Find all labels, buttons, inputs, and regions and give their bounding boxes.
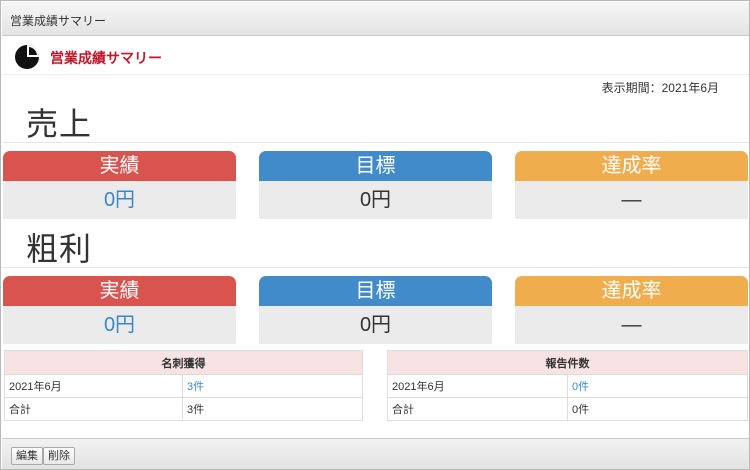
business-cards-header: 名刺獲得 (4, 350, 363, 375)
gross-profit-rate-label: 達成率 (515, 276, 748, 306)
sales-rate-label: 達成率 (515, 151, 748, 181)
window-title: 営業成績サマリー (10, 14, 107, 28)
table-row: 2021年6月 0件 (387, 374, 748, 398)
pie-chart-icon (15, 45, 39, 69)
sales-rate-card: 達成率 — (515, 151, 748, 219)
business-cards-row-label: 2021年6月 (4, 374, 183, 398)
gross-profit-actual-value[interactable]: 0円 (3, 306, 236, 344)
gross-profit-section-title: 粗利 (26, 231, 93, 267)
sales-target-value: 0円 (259, 181, 492, 219)
display-period: 表示期間：2021年6月 (601, 81, 719, 95)
sales-target-label: 目標 (259, 151, 492, 181)
business-cards-row-value: 3件 (182, 397, 363, 421)
footer-toolbar: 編集 削除 (2, 438, 749, 469)
window-frame: 営業成績サマリー 営業成績サマリー 表示期間：2021年6月 売上 実績 0円 … (0, 0, 750, 470)
report-title: 営業成績サマリー (50, 50, 162, 66)
gross-profit-actual-card: 実績 0円 (3, 276, 236, 344)
report-header: 営業成績サマリー (2, 37, 749, 75)
reports-row-label: 合計 (387, 397, 568, 421)
business-cards-row-label: 合計 (4, 397, 183, 421)
reports-row-label: 2021年6月 (387, 374, 568, 398)
divider (2, 267, 749, 268)
reports-row-value-link[interactable]: 0件 (567, 374, 748, 398)
reports-header: 報告件数 (387, 350, 748, 375)
title-bar: 営業成績サマリー (2, 2, 749, 36)
gross-profit-rate-value: — (515, 306, 748, 344)
table-row: 合計 3件 (4, 397, 363, 421)
gross-profit-actual-label: 実績 (3, 276, 236, 306)
business-cards-row-value-link[interactable]: 3件 (182, 374, 363, 398)
edit-button[interactable]: 編集 (11, 447, 43, 465)
reports-row-value: 0件 (567, 397, 748, 421)
sales-target-card: 目標 0円 (259, 151, 492, 219)
table-row: 2021年6月 3件 (4, 374, 363, 398)
reports-table: 報告件数 2021年6月 0件 合計 0件 (387, 350, 748, 421)
gross-profit-target-value: 0円 (259, 306, 492, 344)
divider (2, 142, 749, 143)
gross-profit-rate-card: 達成率 — (515, 276, 748, 344)
table-row: 合計 0件 (387, 397, 748, 421)
content-area: 営業成績サマリー 表示期間：2021年6月 売上 実績 0円 目標 0円 達成率… (2, 37, 749, 435)
gross-profit-target-card: 目標 0円 (259, 276, 492, 344)
sales-actual-value[interactable]: 0円 (3, 181, 236, 219)
gross-profit-target-label: 目標 (259, 276, 492, 306)
delete-button[interactable]: 削除 (43, 447, 75, 465)
sales-section-title: 売上 (26, 106, 93, 142)
sales-actual-label: 実績 (3, 151, 236, 181)
sales-actual-card: 実績 0円 (3, 151, 236, 219)
sales-rate-value: — (515, 181, 748, 219)
business-cards-table: 名刺獲得 2021年6月 3件 合計 3件 (4, 350, 363, 421)
